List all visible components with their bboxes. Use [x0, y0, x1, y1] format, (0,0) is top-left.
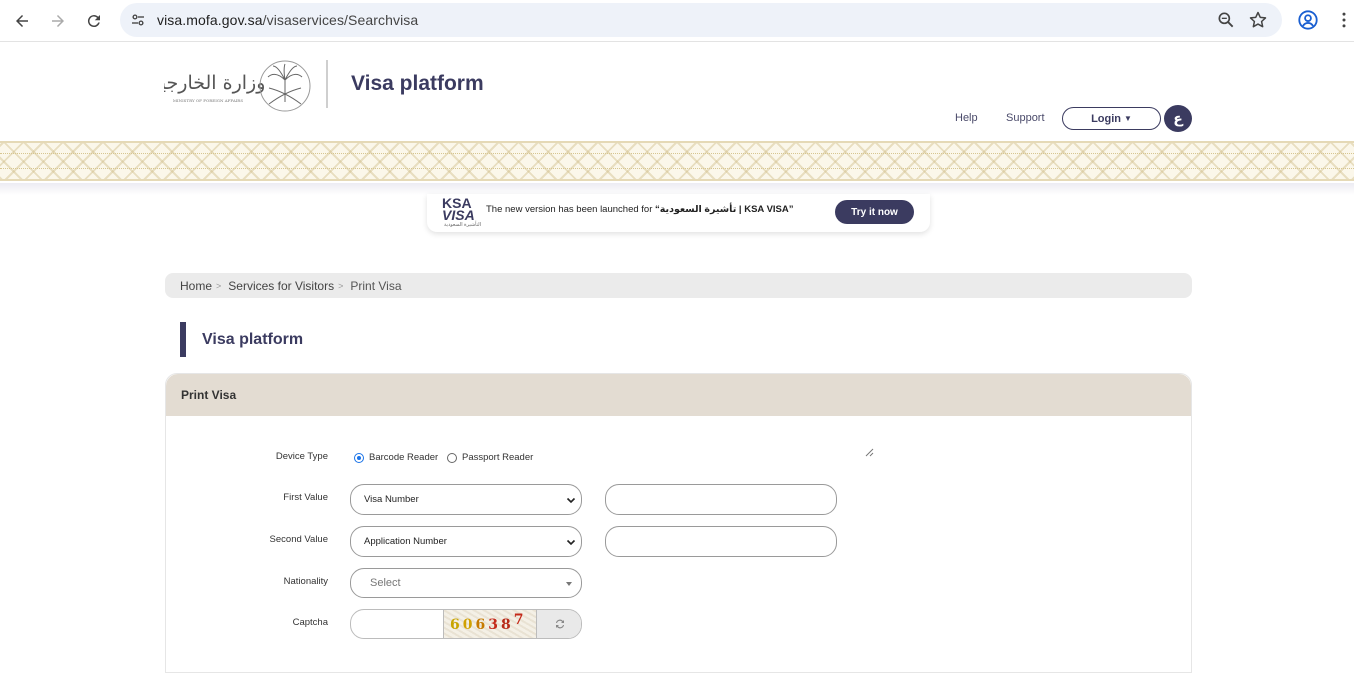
chevron-down-icon — [566, 539, 576, 546]
announcement-banner: KSA VISA التأشيرة السعودية The new versi… — [427, 194, 930, 232]
back-icon[interactable] — [10, 9, 34, 33]
breadcrumb-home[interactable]: Home — [180, 279, 212, 293]
captcha-label: Captcha — [292, 617, 328, 628]
bookmark-star-icon[interactable] — [1248, 10, 1268, 30]
first-value-selected: Visa Number — [364, 494, 419, 505]
ministry-logo[interactable]: وزارة الخارجية MINISTRY OF FOREIGN AFFAI… — [151, 58, 314, 114]
login-button[interactable]: Login ▼ — [1062, 107, 1161, 130]
logo-divider — [326, 60, 328, 108]
passport-reader-label[interactable]: Passport Reader — [462, 452, 533, 463]
chevron-right-icon: > — [216, 280, 222, 291]
resize-handle-icon[interactable] — [865, 448, 874, 457]
try-it-now-button[interactable]: Try it now — [835, 200, 914, 224]
second-value-input[interactable] — [605, 526, 837, 557]
refresh-icon — [556, 619, 564, 629]
announcement-text: The new version has been launched for “ت… — [486, 204, 794, 215]
menu-kebab-icon[interactable] — [1334, 9, 1354, 31]
profile-icon[interactable] — [1297, 9, 1319, 31]
first-value-select[interactable]: Visa Number — [350, 484, 582, 515]
help-link[interactable]: Help — [955, 112, 978, 124]
print-visa-card: Print Visa — [165, 373, 1192, 673]
chevron-down-icon — [566, 497, 576, 504]
nationality-select[interactable]: Select — [350, 568, 582, 598]
reload-icon[interactable] — [82, 9, 106, 33]
second-value-select[interactable]: Application Number — [350, 526, 582, 557]
forward-icon[interactable] — [46, 9, 70, 33]
device-type-label: Device Type — [275, 451, 328, 462]
support-link[interactable]: Support — [1006, 112, 1045, 124]
announcement-highlight: “تأشيرة السعودية | KSA VISA” — [655, 204, 794, 215]
second-value-label: Second Value — [269, 534, 328, 545]
site-title[interactable]: Visa platform — [351, 72, 484, 96]
breadcrumb: Home > Services for Visitors > Print Vis… — [165, 273, 1192, 298]
caret-down-icon — [566, 582, 572, 586]
url-domain: visa.mofa.gov.sa — [157, 12, 263, 28]
zoom-icon[interactable] — [1216, 10, 1236, 30]
card-header: Print Visa — [166, 374, 1191, 416]
decorative-pattern-band — [0, 141, 1354, 181]
url-text[interactable]: visa.mofa.gov.sa/visaservices/Searchvisa — [157, 12, 418, 28]
barcode-reader-radio[interactable] — [354, 453, 364, 463]
ksa-visa-logo: KSA VISA التأشيرة السعودية — [442, 195, 482, 228]
card-title: Print Visa — [181, 388, 237, 402]
heading-accent-bar — [180, 322, 186, 357]
first-value-input[interactable] — [605, 484, 837, 515]
svg-text:وزارة الخارجية: وزارة الخارجية — [164, 72, 265, 94]
nationality-label: Nationality — [283, 576, 328, 587]
pattern-inner-line — [0, 153, 1354, 169]
passport-reader-radio[interactable] — [447, 453, 457, 463]
language-toggle-button[interactable]: ع — [1164, 105, 1192, 132]
nationality-placeholder: Select — [370, 577, 401, 589]
login-label: Login — [1091, 112, 1121, 125]
address-bar[interactable]: visa.mofa.gov.sa/visaservices/Searchvisa — [120, 3, 1282, 37]
site-settings-icon[interactable] — [129, 11, 147, 29]
second-value-selected: Application Number — [364, 536, 447, 547]
breadcrumb-services-for-visitors[interactable]: Services for Visitors — [228, 279, 334, 293]
first-value-label: First Value — [283, 492, 328, 503]
captcha-text: 606387 — [450, 612, 527, 633]
browser-toolbar: visa.mofa.gov.sa/visaservices/Searchvisa — [0, 0, 1354, 42]
captcha-image: 606387 — [444, 610, 537, 638]
url-path: /visaservices/Searchvisa — [262, 12, 419, 28]
breadcrumb-current: Print Visa — [350, 278, 402, 293]
captcha-group: 606387 — [350, 609, 582, 639]
captcha-refresh-button[interactable] — [537, 610, 581, 638]
barcode-reader-label[interactable]: Barcode Reader — [369, 452, 438, 463]
caret-down-icon: ▼ — [1124, 114, 1132, 123]
chevron-right-icon: > — [338, 280, 344, 291]
svg-text:MINISTRY OF FOREIGN AFFAIRS: MINISTRY OF FOREIGN AFFAIRS — [173, 98, 243, 103]
page-heading: Visa platform — [202, 331, 304, 348]
captcha-input[interactable] — [351, 610, 444, 638]
